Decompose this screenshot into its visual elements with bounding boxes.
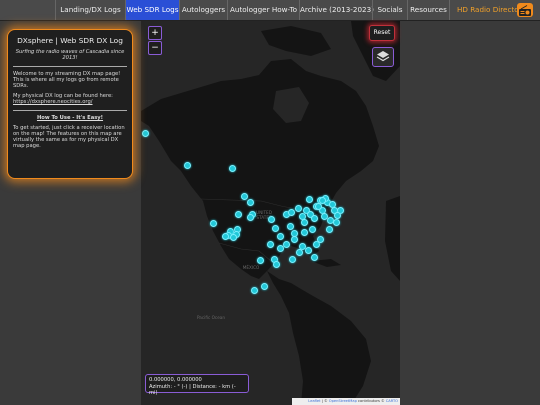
nav-landing-dx-logs[interactable]: Landing/DX Logs <box>55 0 125 20</box>
panel-howto-text: To get started, just click a receiver lo… <box>13 124 125 150</box>
receiver-marker[interactable] <box>142 130 149 137</box>
receiver-marker[interactable] <box>301 229 308 236</box>
right-background <box>400 21 540 405</box>
panel-subtitle: Surfing the radio waves of Cascadia sinc… <box>15 49 125 62</box>
panel-divider <box>13 65 127 67</box>
reset-button[interactable]: Reset <box>369 25 395 41</box>
receiver-marker[interactable] <box>247 199 254 206</box>
receiver-marker[interactable] <box>229 165 236 172</box>
info-panel: DXsphere | Web SDR DX Log Surfing the ra… <box>7 29 133 179</box>
panel-divider-2 <box>13 109 127 111</box>
receiver-marker[interactable] <box>317 236 324 243</box>
receiver-marker[interactable] <box>257 257 264 264</box>
receiver-marker[interactable] <box>301 219 308 226</box>
receiver-marker[interactable] <box>277 245 284 252</box>
receiver-marker[interactable] <box>247 214 254 221</box>
nav-resources[interactable]: Resources <box>407 0 449 20</box>
receiver-marker[interactable] <box>309 226 316 233</box>
panel-physical-log-link[interactable]: https://dxsphere.neocities.org/ <box>13 99 93 105</box>
label-mexico: MÉXICO <box>242 265 260 270</box>
layers-icon[interactable] <box>372 47 394 67</box>
receiver-marker[interactable] <box>251 287 258 294</box>
receiver-marker[interactable] <box>267 241 274 248</box>
receiver-marker[interactable] <box>210 220 217 227</box>
receiver-marker[interactable] <box>289 256 296 263</box>
label-pacific-ocean: Pacific Ocean <box>196 315 226 320</box>
nav-autologgers[interactable]: Autologgers <box>179 0 227 20</box>
receiver-marker[interactable] <box>230 234 237 241</box>
receiver-marker[interactable] <box>287 223 294 230</box>
receiver-marker[interactable] <box>306 196 313 203</box>
coords-azimuth-distance: Azimuth: - ° (-) | Distance: - km (- mi) <box>149 383 236 397</box>
zoom-in-button[interactable]: + <box>148 26 162 40</box>
attribution-osm-link[interactable]: OpenStreetMap <box>329 399 357 403</box>
attribution-contributors: contributors © <box>356 399 386 403</box>
receiver-marker[interactable] <box>184 162 191 169</box>
attribution-leaflet-link[interactable]: Leaflet <box>308 399 320 403</box>
receiver-marker[interactable] <box>315 203 322 210</box>
receiver-marker[interactable] <box>222 233 229 240</box>
receiver-marker[interactable] <box>283 241 290 248</box>
receiver-marker[interactable] <box>311 215 318 222</box>
receiver-marker[interactable] <box>268 216 275 223</box>
panel-howto-title: How To Use - It's Easy! <box>36 114 104 121</box>
zoom-out-button[interactable]: − <box>148 41 162 55</box>
map-attribution: Leaflet | © OpenStreetMap contributors ©… <box>292 398 400 405</box>
receiver-marker[interactable] <box>277 233 284 240</box>
receiver-marker[interactable] <box>296 249 303 256</box>
world-map[interactable]: UNITED STATES MÉXICO Pacific Ocean <box>141 21 400 405</box>
top-navigation: Landing/DX Logs Web SDR Logs Autologgers… <box>0 0 540 21</box>
attribution-separator: | © <box>320 399 329 403</box>
receiver-marker[interactable] <box>326 226 333 233</box>
receiver-marker[interactable] <box>272 225 279 232</box>
receiver-marker[interactable] <box>288 209 295 216</box>
radio-icon[interactable] <box>517 3 533 17</box>
receiver-marker[interactable] <box>261 283 268 290</box>
nav-socials[interactable]: Socials <box>372 0 407 20</box>
attribution-carto-link[interactable]: CARTO <box>386 399 398 403</box>
nav-archive[interactable]: Archive (2013-2023) <box>299 0 374 20</box>
nav-autologger-how-to[interactable]: Autologger How-To <box>227 0 299 20</box>
panel-welcome-text: Welcome to my streaming DX map page! Thi… <box>13 70 121 90</box>
panel-title: DXsphere | Web SDR DX Log <box>17 36 123 45</box>
receiver-marker[interactable] <box>305 247 312 254</box>
receiver-marker[interactable] <box>291 236 298 243</box>
receiver-marker[interactable] <box>295 205 302 212</box>
receiver-marker[interactable] <box>241 193 248 200</box>
receiver-marker[interactable] <box>311 254 318 261</box>
nav-web-sdr-logs[interactable]: Web SDR Logs <box>125 0 179 20</box>
receiver-marker[interactable] <box>333 219 340 226</box>
receiver-marker[interactable] <box>334 212 341 219</box>
coordinates-readout: 0.000000, 0.000000 Azimuth: - ° (-) | Di… <box>145 374 249 396</box>
receiver-marker[interactable] <box>273 261 280 268</box>
receiver-marker[interactable] <box>235 211 242 218</box>
